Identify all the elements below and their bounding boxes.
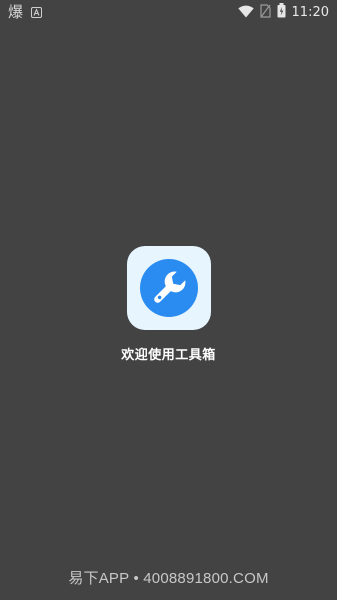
wrench-icon xyxy=(139,259,198,317)
splash-content: 欢迎使用工具箱 xyxy=(0,246,337,363)
app-icon xyxy=(126,246,211,330)
status-app-glyph: 爆 xyxy=(8,3,24,21)
battery-icon xyxy=(277,3,286,22)
status-left: 爆 xyxy=(8,3,43,22)
welcome-text: 欢迎使用工具箱 xyxy=(121,348,216,363)
watermark-text: 易下APP • 4008891800.COM xyxy=(68,570,269,587)
wifi-icon xyxy=(237,3,254,22)
status-right: 11:20 xyxy=(237,3,329,22)
status-bar: 爆 11:20 xyxy=(0,0,337,24)
no-sim-icon xyxy=(259,3,271,22)
status-time: 11:20 xyxy=(291,5,329,20)
notification-a-icon xyxy=(31,3,43,22)
